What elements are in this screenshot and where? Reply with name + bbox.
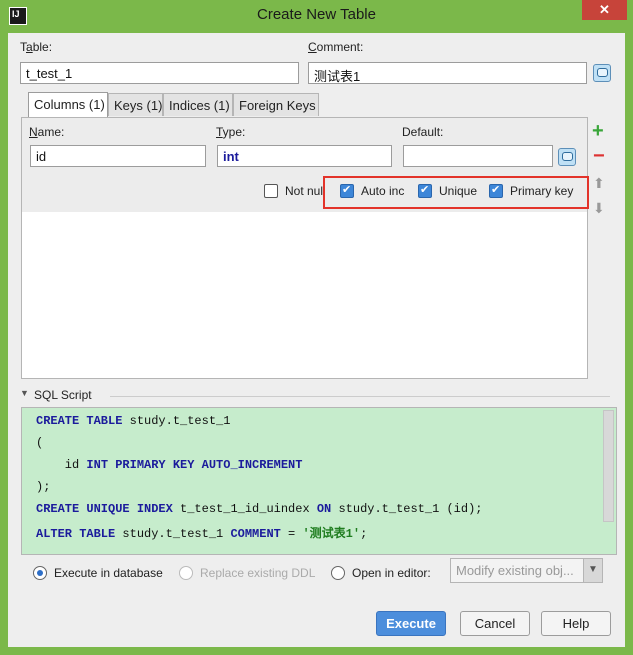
not-null-label: Not null bbox=[285, 184, 326, 198]
comment-label: Comment: bbox=[308, 40, 364, 54]
execute-in-db-radio[interactable] bbox=[33, 566, 47, 580]
not-null-checkbox[interactable] bbox=[264, 184, 278, 198]
cancel-button[interactable]: Cancel bbox=[460, 611, 530, 636]
dialog-body: Table: t_test_1 Comment: 测试表1 Columns (1… bbox=[8, 33, 625, 647]
sql-preview[interactable]: CREATE TABLE study.t_test_1 ( id INT PRI… bbox=[21, 407, 617, 555]
tab-keys[interactable]: Keys (1) bbox=[108, 93, 163, 116]
column-default-input[interactable] bbox=[403, 145, 553, 167]
execute-button[interactable]: Execute bbox=[376, 611, 446, 636]
open-editor-dropdown[interactable]: Modify existing obj... bbox=[450, 558, 603, 583]
collapse-arrow-icon[interactable]: ▼ bbox=[20, 388, 29, 398]
sql-line: ( bbox=[36, 436, 44, 450]
tab-columns[interactable]: Columns (1) bbox=[28, 92, 108, 117]
move-down-icon[interactable]: ⬇ bbox=[593, 199, 605, 217]
separator bbox=[110, 396, 610, 397]
sql-line: CREATE UNIQUE INDEX t_test_1_id_uindex O… bbox=[36, 502, 483, 516]
sql-line: ); bbox=[36, 480, 51, 494]
sql-line: id INT PRIMARY KEY AUTO_INCREMENT bbox=[36, 458, 303, 472]
table-label: Table: bbox=[20, 40, 53, 54]
add-column-icon[interactable]: + bbox=[592, 121, 604, 141]
column-type-input[interactable]: int bbox=[217, 145, 392, 167]
replace-ddl-radio[interactable] bbox=[179, 566, 193, 580]
column-default-label: Default: bbox=[402, 125, 444, 139]
table-name-input[interactable]: t_test_1 bbox=[20, 62, 299, 84]
close-button[interactable]: ✕ bbox=[582, 0, 627, 20]
sql-scrollbar[interactable] bbox=[603, 410, 614, 522]
sql-script-header[interactable]: ▼ SQL Script bbox=[20, 388, 616, 404]
sql-line: CREATE TABLE study.t_test_1 bbox=[36, 414, 231, 428]
dropdown-value: Modify existing obj... bbox=[456, 563, 574, 578]
highlight-annotation bbox=[323, 176, 589, 209]
comment-expand-icon[interactable] bbox=[593, 64, 611, 82]
default-expand-icon[interactable] bbox=[558, 148, 576, 166]
open-in-editor-label: Open in editor: bbox=[352, 566, 431, 580]
column-name-input[interactable]: id bbox=[30, 145, 206, 167]
remove-column-icon[interactable]: − bbox=[593, 146, 605, 166]
title-bar: Create New Table ✕ bbox=[0, 0, 633, 33]
window-title: Create New Table bbox=[257, 6, 376, 23]
sql-script-title: SQL Script bbox=[34, 388, 92, 402]
replace-ddl-label: Replace existing DDL bbox=[200, 566, 316, 580]
chevron-down-icon[interactable] bbox=[583, 559, 602, 582]
help-button[interactable]: Help bbox=[541, 611, 611, 636]
move-up-icon[interactable]: ⬆ bbox=[593, 174, 605, 192]
open-in-editor-radio[interactable] bbox=[331, 566, 345, 580]
comment-input[interactable]: 测试表1 bbox=[308, 62, 587, 84]
column-name-label: Name: bbox=[29, 125, 65, 139]
column-type-label: Type: bbox=[216, 125, 246, 139]
execute-in-db-label: Execute in database bbox=[54, 566, 163, 580]
tab-indices[interactable]: Indices (1) bbox=[163, 93, 233, 116]
sql-line: ALTER TABLE study.t_test_1 COMMENT = '测试… bbox=[36, 527, 368, 541]
tab-foreign-keys[interactable]: Foreign Keys bbox=[233, 93, 319, 116]
